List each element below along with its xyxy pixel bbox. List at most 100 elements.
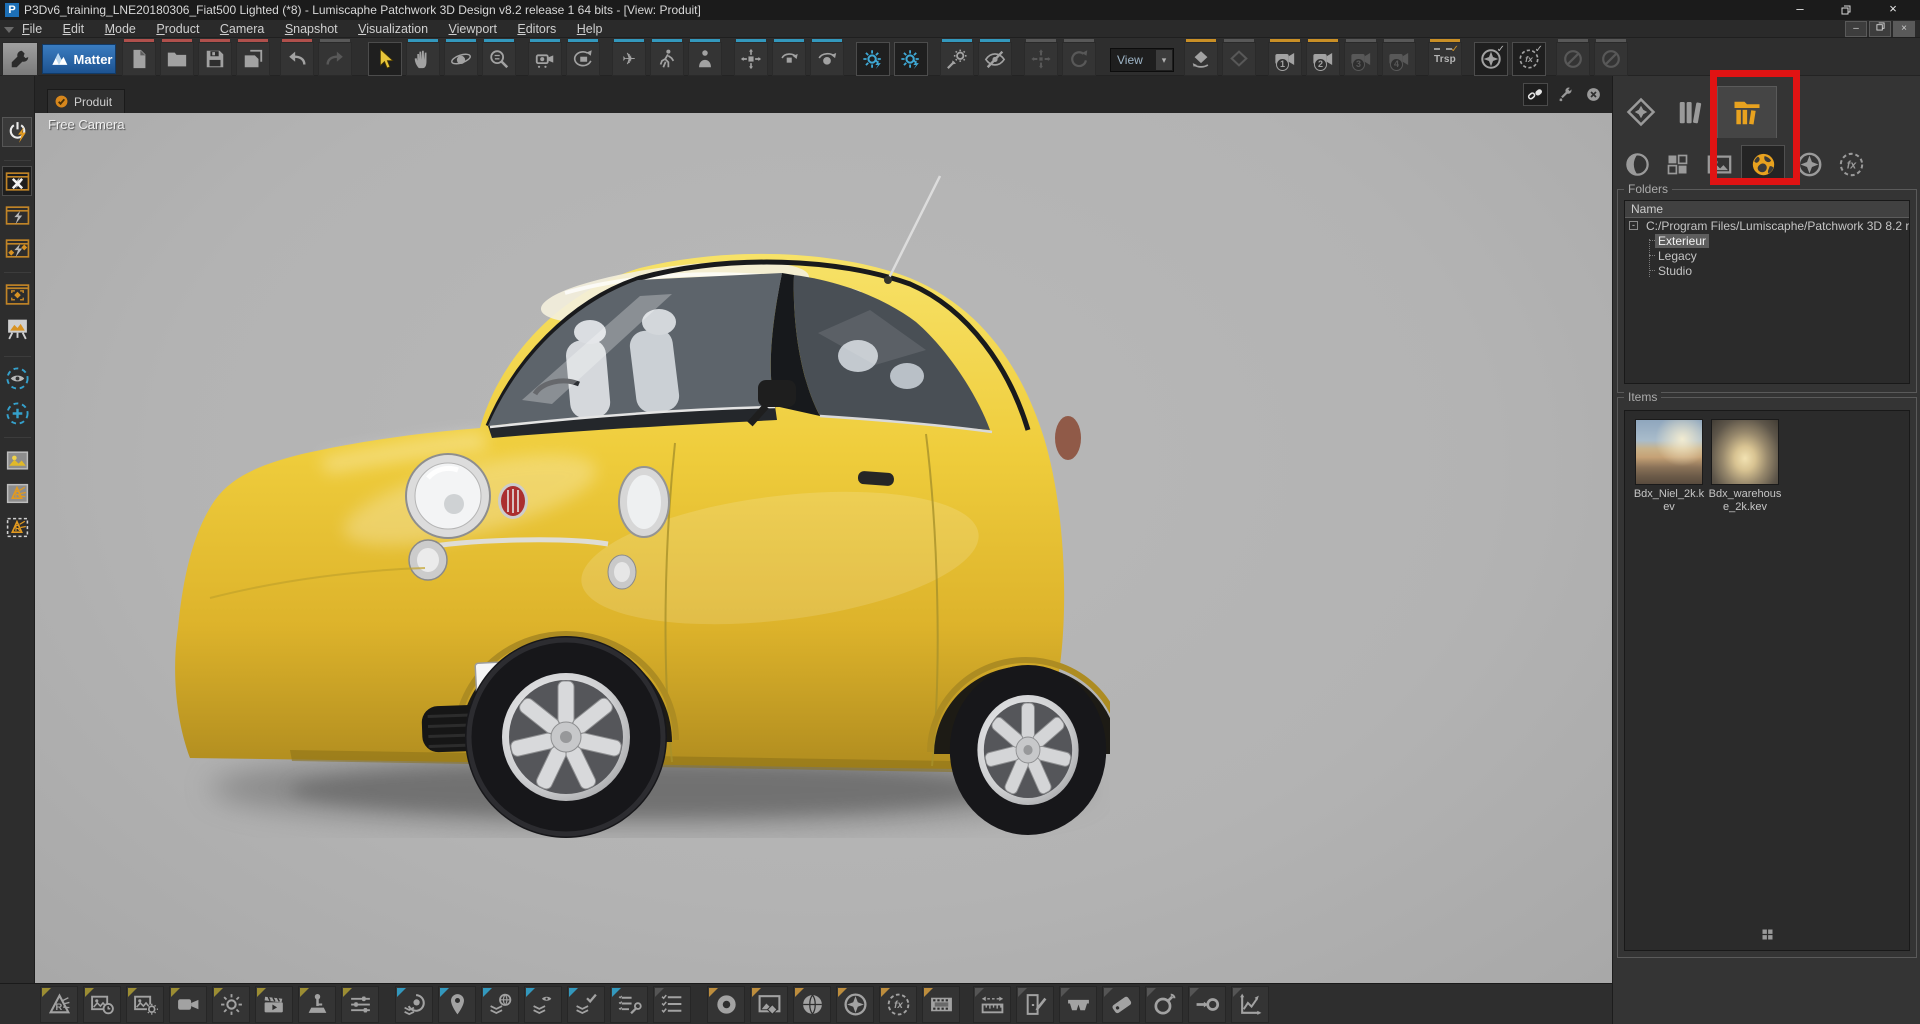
link-view-button[interactable] xyxy=(1523,83,1548,106)
texture-library-tab[interactable] xyxy=(1659,148,1695,180)
menu-mode[interactable]: Mode xyxy=(97,20,144,38)
menu-camera[interactable]: Camera xyxy=(212,20,272,38)
menu-visualization[interactable]: Visualization xyxy=(350,20,436,38)
surface-edit-button[interactable] xyxy=(856,42,890,76)
overlay-check-star-button[interactable]: ✓ xyxy=(1474,42,1508,76)
hdr-thumbnail[interactable] xyxy=(1711,419,1779,485)
child-minimize-button[interactable]: – xyxy=(1845,21,1867,37)
child-restore-button[interactable] xyxy=(1869,21,1891,37)
video-capture-button[interactable] xyxy=(169,986,207,1023)
add-camera-button[interactable] xyxy=(2,398,32,428)
list-item-bdx-niel[interactable]: Bdx_Niel_2k.kev xyxy=(1631,419,1707,514)
material-library-tab[interactable] xyxy=(1619,148,1655,180)
menu-viewport[interactable]: Viewport xyxy=(441,20,505,38)
image-bank-button[interactable] xyxy=(2,445,32,475)
open-button[interactable] xyxy=(160,42,194,76)
window-lightning-off-button[interactable] xyxy=(2,166,32,196)
pedestrian-mode-button[interactable] xyxy=(688,42,722,76)
target-select-button[interactable] xyxy=(1188,986,1226,1023)
menu-snapshot[interactable]: Snapshot xyxy=(277,20,346,38)
select-cursor-button[interactable] xyxy=(368,42,402,76)
window-lightning-points-button[interactable] xyxy=(2,233,32,263)
surface-edit-alt-button[interactable] xyxy=(894,42,928,76)
undo-button[interactable] xyxy=(280,42,314,76)
layers-validate-button[interactable] xyxy=(567,986,605,1023)
close-button[interactable]: × xyxy=(1876,0,1910,20)
thumbnail-view-button[interactable] xyxy=(1756,924,1778,944)
tree-column-header[interactable]: Name xyxy=(1625,201,1909,218)
zoom-camera-button[interactable] xyxy=(482,42,516,76)
mdi-system-menu-icon[interactable] xyxy=(4,27,14,33)
material-sphere-button[interactable] xyxy=(707,986,745,1023)
wheel-tools-button[interactable] xyxy=(1145,986,1183,1023)
shapers-tab[interactable] xyxy=(1669,90,1713,134)
fly-mode-button[interactable] xyxy=(612,42,646,76)
environment-library-tab[interactable] xyxy=(1741,145,1785,183)
tree-root-row[interactable]: - C:/Program Files/Lumiscaphe/Patchwork … xyxy=(1625,218,1909,233)
render-region-image-button[interactable]: R xyxy=(2,512,32,542)
viewport-3d[interactable]: Free Camera xyxy=(35,113,1612,983)
gear-hide-button[interactable] xyxy=(978,42,1012,76)
list-item-bdx-warehouse[interactable]: Bdx_warehouse_2k.kev xyxy=(1707,419,1783,514)
items-list[interactable]: Bdx_Niel_2k.kev Bdx_warehouse_2k.kev xyxy=(1624,410,1910,951)
position-pin-button[interactable] xyxy=(438,986,476,1023)
view-selector-dropdown[interactable]: View ▾ xyxy=(1110,48,1174,72)
image-settings-button[interactable] xyxy=(126,986,164,1023)
configuration-list-tools-button[interactable] xyxy=(610,986,648,1023)
fx-library-tab[interactable]: fx xyxy=(1833,148,1869,180)
save-as-button[interactable] xyxy=(236,42,270,76)
camera-view-2-button[interactable]: 2 xyxy=(1306,42,1340,76)
menu-file[interactable]: File xyxy=(14,20,50,38)
tree-expander-icon[interactable]: - xyxy=(1629,221,1638,230)
rotate-object-button[interactable] xyxy=(772,42,806,76)
camera-dolly-button[interactable] xyxy=(528,42,562,76)
joystick-navigation-button[interactable] xyxy=(298,986,336,1023)
child-close-button[interactable]: × xyxy=(1893,21,1915,37)
presentation-screen-button[interactable] xyxy=(2,313,32,343)
show-cameras-button[interactable] xyxy=(2,363,32,393)
menu-product[interactable]: Product xyxy=(148,20,207,38)
render-region-button[interactable] xyxy=(2,279,32,309)
filmstrip-button[interactable] xyxy=(922,986,960,1023)
chevron-down-icon[interactable]: ▾ xyxy=(1156,50,1172,70)
matter-mode-button[interactable]: Matter xyxy=(42,44,116,74)
pan-hand-button[interactable] xyxy=(406,42,440,76)
save-button[interactable] xyxy=(198,42,232,76)
gear-link-button[interactable] xyxy=(940,42,974,76)
environment-globe-button[interactable] xyxy=(793,986,831,1023)
tools-button[interactable] xyxy=(2,42,38,76)
rotate-world-button[interactable] xyxy=(810,42,844,76)
walk-mode-button[interactable] xyxy=(650,42,684,76)
view-settings-button[interactable] xyxy=(1553,83,1578,106)
overlay-check-fx-button[interactable]: ✓ xyxy=(1512,42,1546,76)
overlay-compass-button[interactable] xyxy=(836,986,874,1023)
new-product-button[interactable] xyxy=(122,42,156,76)
render-button[interactable] xyxy=(40,986,78,1023)
layers-globe-button[interactable] xyxy=(481,986,519,1023)
measure-tool-button[interactable] xyxy=(973,986,1011,1023)
hdr-thumbnail[interactable] xyxy=(1635,419,1703,485)
minimize-button[interactable]: – xyxy=(1783,0,1817,20)
transparency-toggle-button[interactable]: ✓Trsp xyxy=(1428,42,1462,76)
window-lightning-button[interactable] xyxy=(2,200,32,230)
configuration-list-button[interactable] xyxy=(653,986,691,1023)
camera-turntable-button[interactable] xyxy=(566,42,600,76)
library-tab[interactable] xyxy=(1717,86,1777,138)
exit-annotate-button[interactable] xyxy=(1016,986,1054,1023)
statistics-graph-button[interactable] xyxy=(1231,986,1269,1023)
stereo-3d-button[interactable] xyxy=(1059,986,1097,1023)
image-library-tab[interactable] xyxy=(1701,148,1737,180)
redo-button[interactable] xyxy=(318,42,352,76)
material-layers-button[interactable] xyxy=(395,986,433,1023)
tree-row-studio[interactable]: Studio xyxy=(1625,263,1909,278)
power-lightning-button[interactable] xyxy=(2,117,32,147)
tab-produit[interactable]: Produit xyxy=(47,89,125,113)
restore-button[interactable] xyxy=(1829,0,1863,20)
tag-tools-button[interactable] xyxy=(1102,986,1140,1023)
menu-editors[interactable]: Editors xyxy=(509,20,564,38)
sun-lighting-button[interactable] xyxy=(212,986,250,1023)
animation-clapper-button[interactable] xyxy=(255,986,293,1023)
render-queue-button[interactable] xyxy=(83,986,121,1023)
translate-object-button[interactable] xyxy=(734,42,768,76)
tree-row-legacy[interactable]: Legacy xyxy=(1625,248,1909,263)
